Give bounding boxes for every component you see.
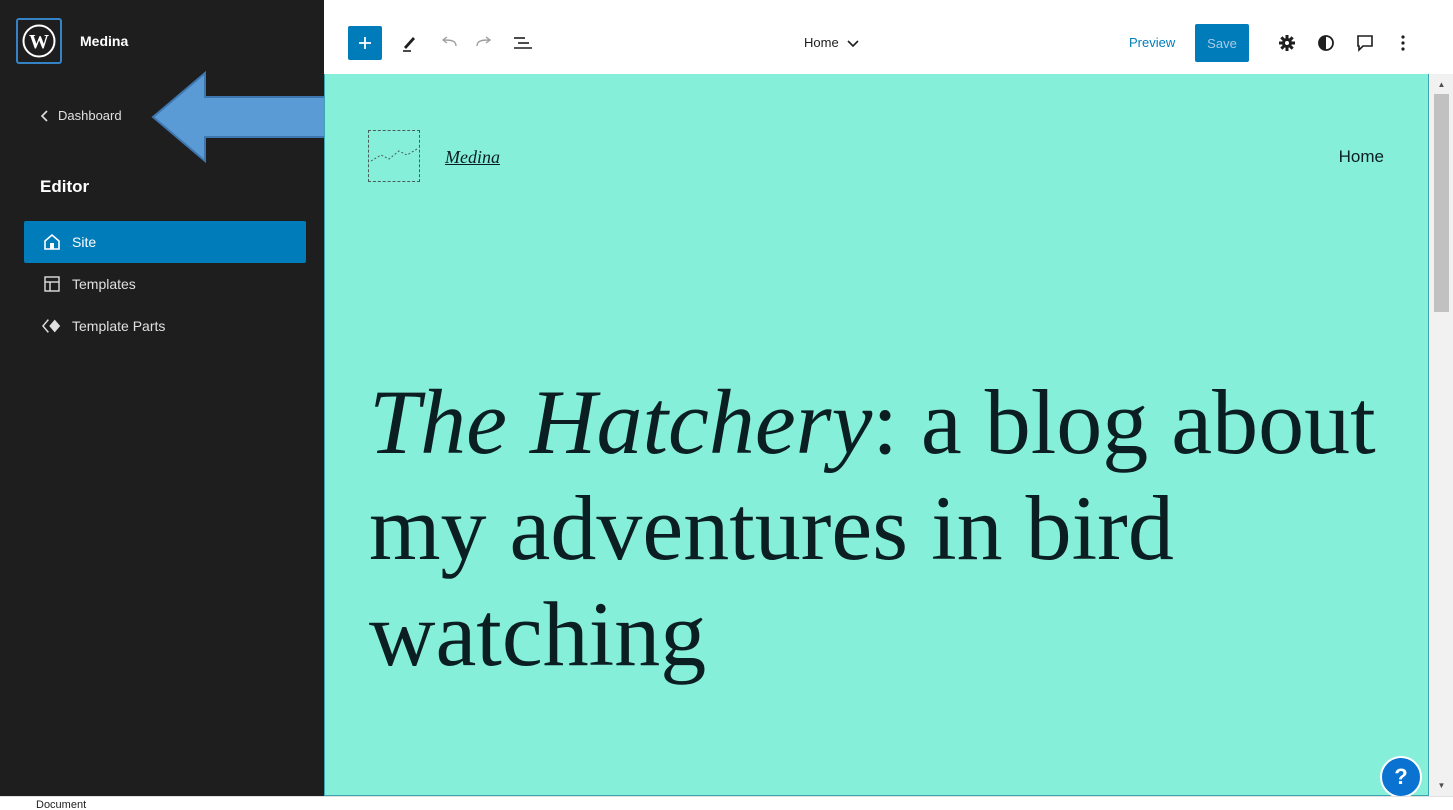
gear-icon bbox=[1279, 35, 1295, 51]
comments-button[interactable] bbox=[1348, 26, 1382, 60]
sidebar-item-label: Templates bbox=[72, 276, 136, 292]
more-vertical-icon bbox=[1401, 35, 1405, 51]
breadcrumb-document[interactable]: Document bbox=[36, 799, 86, 810]
undo-button[interactable] bbox=[432, 26, 466, 60]
site-title: Medina bbox=[80, 33, 129, 49]
save-button[interactable]: Save bbox=[1195, 24, 1249, 62]
svg-text:W: W bbox=[29, 31, 49, 53]
scroll-down-arrow-icon[interactable]: ▼ bbox=[1430, 777, 1453, 794]
canvas-site-title[interactable]: Medina bbox=[445, 147, 500, 168]
editor-canvas[interactable]: Medina Home The Hatchery: a blog about m… bbox=[324, 74, 1429, 796]
list-view-icon bbox=[514, 37, 532, 49]
symbol-filled-icon bbox=[42, 316, 62, 336]
redo-icon bbox=[476, 36, 492, 47]
tools-button[interactable] bbox=[392, 26, 426, 60]
site-hub: W Medina bbox=[16, 18, 128, 64]
document-title: Home bbox=[804, 35, 839, 50]
block-breadcrumb-bar: Document bbox=[0, 796, 1453, 810]
site-logo-placeholder[interactable] bbox=[368, 130, 420, 182]
list-view-button[interactable] bbox=[506, 26, 540, 60]
canvas-nav-home[interactable]: Home bbox=[1339, 147, 1384, 167]
options-button[interactable] bbox=[1386, 26, 1420, 60]
hero-heading[interactable]: The Hatchery: a blog about my adventures… bbox=[369, 369, 1409, 687]
sidebar-heading: Editor bbox=[40, 177, 90, 196]
undo-icon bbox=[441, 36, 457, 47]
wordpress-logo-button[interactable]: W bbox=[16, 18, 62, 64]
sidebar-item-site[interactable]: Site bbox=[24, 221, 306, 263]
pencil-icon bbox=[403, 37, 415, 52]
document-title-dropdown[interactable]: Home bbox=[804, 35, 859, 50]
chevron-down-icon bbox=[847, 39, 859, 47]
sidebar-nav: Site Templates Template Parts bbox=[24, 221, 306, 347]
sidebar-item-label: Site bbox=[72, 234, 97, 250]
preview-button[interactable]: Preview bbox=[1129, 35, 1175, 50]
redo-button[interactable] bbox=[467, 26, 501, 60]
comment-icon bbox=[1357, 35, 1373, 52]
chevron-left-icon bbox=[40, 109, 48, 122]
canvas-scrollbar[interactable]: ▲ ▼ bbox=[1430, 74, 1453, 796]
home-icon bbox=[42, 232, 62, 252]
dashboard-back-label: Dashboard bbox=[58, 108, 122, 123]
help-button[interactable]: ? bbox=[1380, 756, 1422, 798]
image-placeholder-icon bbox=[370, 148, 418, 162]
layout-icon bbox=[42, 274, 62, 294]
scrollbar-thumb[interactable] bbox=[1434, 94, 1449, 312]
annotation-arrow bbox=[151, 70, 336, 164]
settings-button[interactable] bbox=[1270, 26, 1304, 60]
sidebar-item-template-parts[interactable]: Template Parts bbox=[24, 305, 306, 347]
scroll-up-arrow-icon[interactable]: ▲ bbox=[1430, 76, 1453, 93]
contrast-icon bbox=[1318, 35, 1334, 51]
sidebar-item-label: Template Parts bbox=[72, 318, 166, 334]
plus-icon bbox=[359, 37, 371, 49]
dashboard-back-link[interactable]: Dashboard bbox=[38, 108, 122, 123]
styles-button[interactable] bbox=[1309, 26, 1343, 60]
block-inserter-button[interactable] bbox=[348, 26, 382, 60]
wordpress-icon: W bbox=[22, 24, 56, 58]
sidebar-item-templates[interactable]: Templates bbox=[24, 263, 306, 305]
editor-header: Home Preview Save bbox=[324, 0, 1453, 74]
hero-heading-italic: The Hatchery bbox=[369, 371, 873, 473]
